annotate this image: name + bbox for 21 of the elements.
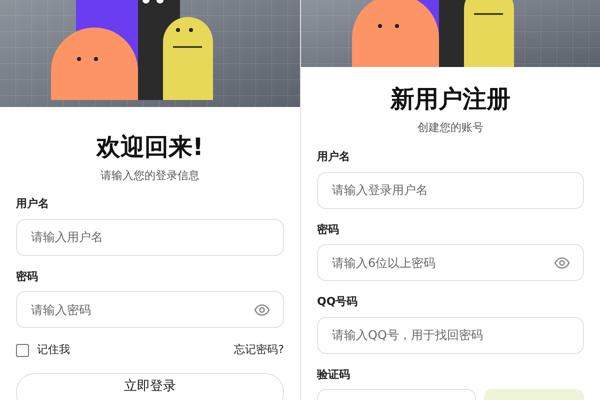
field-label: 用户名 [317, 149, 351, 166]
field-label: 密码 [317, 222, 340, 238]
field-label: QQ号码 [317, 294, 359, 310]
field-label: 用户名 [16, 196, 50, 212]
checkbox-label: 记住我 [37, 342, 70, 358]
page-title: 欢迎回来! [95, 133, 204, 162]
eye-icon[interactable] [554, 256, 570, 269]
input-field[interactable]: 请输入用户名 [16, 218, 284, 256]
field-label: 验证码 [317, 366, 351, 383]
subtitle: 请输入您的登录信息 [100, 168, 200, 184]
forgot-password-link[interactable]: 忘记密码? [234, 342, 284, 359]
field-label: 密码 [16, 268, 39, 285]
checkbox[interactable] [16, 344, 29, 358]
input-field[interactable]: 请输入登录用户名 [317, 172, 584, 209]
password-field[interactable]: 请输入密码 [16, 291, 284, 328]
login-button[interactable]: 立即登录 [16, 372, 284, 400]
page-title: 新用户注册 [389, 85, 512, 114]
subtitle: 创建您的账号 [416, 120, 484, 136]
password-field[interactable]: 请输入6位以上密码 [317, 244, 584, 282]
eye-icon[interactable] [254, 304, 270, 316]
input-field[interactable]: 请输入QQ号，用于找回密码 [317, 316, 584, 354]
